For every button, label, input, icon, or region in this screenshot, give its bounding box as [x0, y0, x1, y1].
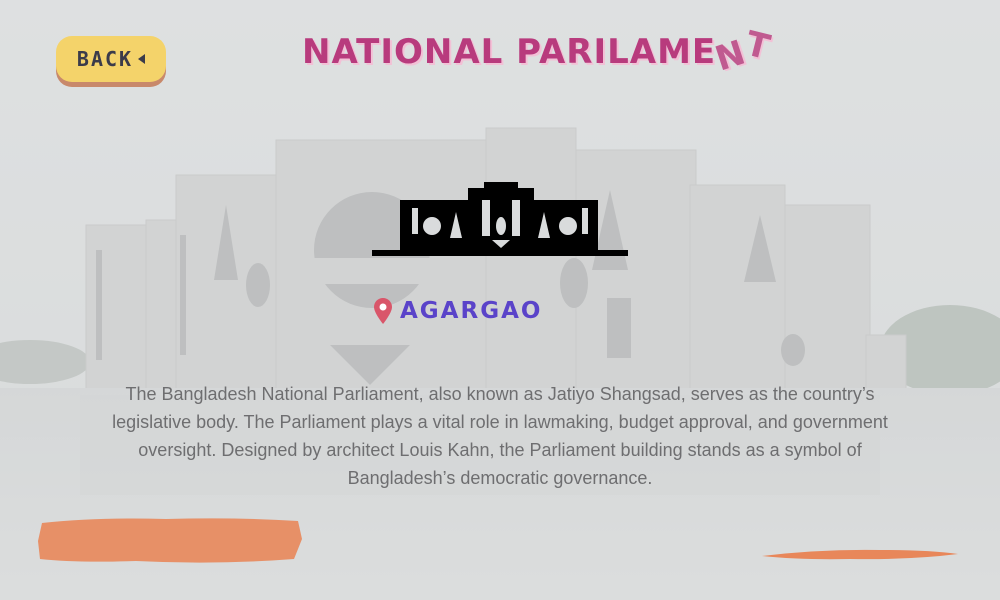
location-name: AGARGAO [400, 298, 543, 324]
decorative-brush-stroke [762, 549, 958, 560]
map-pin-icon [374, 298, 392, 324]
location: AGARGAO [374, 298, 542, 324]
page-title-main: NATIONAL PARILAME [302, 32, 717, 72]
page-title: NATIONAL PARILAMENT [302, 24, 775, 80]
parliament-building-icon [372, 182, 628, 256]
back-button-label: BACK [76, 47, 134, 71]
description-text: The Bangladesh National Parliament, also… [112, 384, 888, 488]
decorative-brush-stroke [38, 518, 302, 563]
back-arrow-icon [138, 54, 146, 64]
page-title-tail: NT [711, 24, 775, 80]
back-button[interactable]: BACK [56, 36, 166, 82]
